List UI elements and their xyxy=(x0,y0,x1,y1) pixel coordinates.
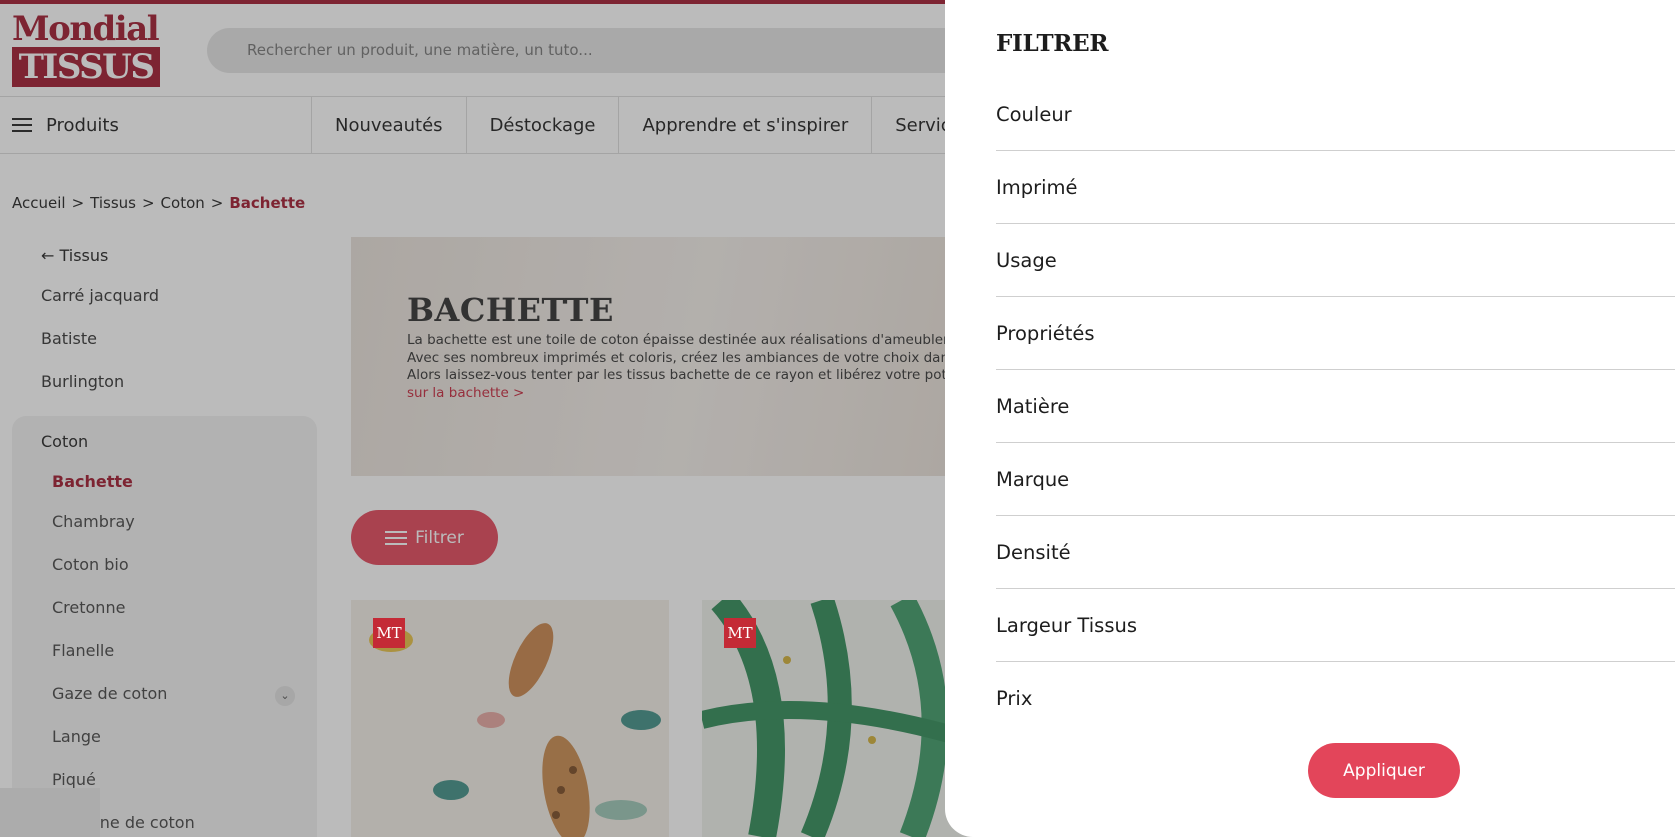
filter-panel-title: FILTRER xyxy=(996,30,1109,57)
filter-row-usage[interactable]: Usage xyxy=(996,224,1675,297)
product-badge: MT xyxy=(373,618,405,648)
filter-row-proprietes[interactable]: Propriétés xyxy=(996,297,1675,370)
filter-row-matiere[interactable]: Matière xyxy=(996,370,1675,443)
filter-row-largeur-tissus[interactable]: Largeur Tissus xyxy=(996,589,1675,662)
filter-row-densite[interactable]: Densité xyxy=(996,516,1675,589)
filter-row-marque[interactable]: Marque xyxy=(996,443,1675,516)
product-badge: MT xyxy=(724,618,756,648)
filter-row-prix[interactable]: Prix xyxy=(996,662,1675,735)
filter-row-imprime[interactable]: Imprimé xyxy=(996,151,1675,224)
filter-panel: FILTRER Couleur Imprimé Usage Propriétés… xyxy=(945,0,1675,837)
apply-button[interactable]: Appliquer xyxy=(1308,743,1460,798)
filter-row-couleur[interactable]: Couleur xyxy=(996,78,1675,151)
